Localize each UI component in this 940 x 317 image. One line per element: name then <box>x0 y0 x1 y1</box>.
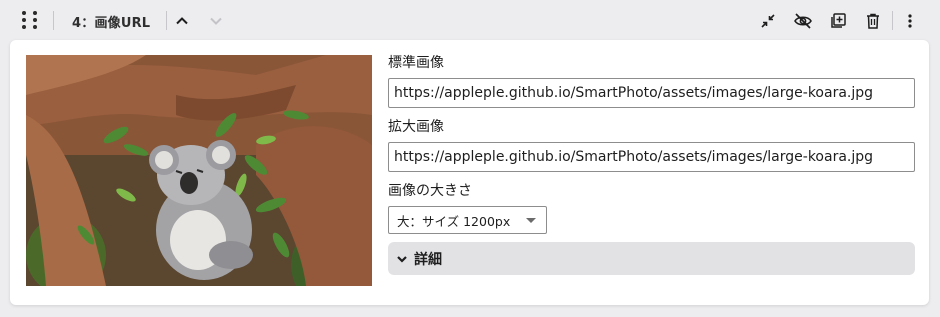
collapse-arrows-icon <box>761 14 775 28</box>
koala-photo <box>26 55 372 286</box>
move-up-button[interactable] <box>170 9 194 33</box>
standard-image-label: 標準画像 <box>388 55 444 71</box>
block-title: 4：画像URL <box>72 16 151 31</box>
drag-handle-icon[interactable] <box>22 11 40 31</box>
image-size-selected-value: 大：サイズ 1200px <box>397 213 511 229</box>
delete-button[interactable] <box>861 9 885 33</box>
trash-icon <box>867 13 879 29</box>
chevron-up-icon <box>176 17 188 25</box>
large-image-label: 拡大画像 <box>388 119 444 135</box>
eye-slash-icon <box>794 13 812 29</box>
image-size-label: 画像の大きさ <box>388 183 472 199</box>
image-url-block: 標準画像 拡大画像 画像の大きさ 大：サイズ 1200px 詳細 <box>10 40 929 305</box>
details-toggle[interactable]: 詳細 <box>388 242 915 275</box>
image-size-select[interactable]: 大：サイズ 1200px <box>388 206 547 234</box>
more-vertical-icon <box>908 14 912 28</box>
toolbar-divider <box>53 11 54 30</box>
details-label: 詳細 <box>414 251 442 268</box>
duplicate-plus-icon <box>831 13 846 28</box>
move-down-button[interactable] <box>204 9 228 33</box>
caret-down-icon <box>526 218 536 223</box>
more-options-button[interactable] <box>898 9 922 33</box>
collapse-button[interactable] <box>756 9 780 33</box>
toolbar-divider <box>892 11 893 30</box>
large-image-url-input[interactable] <box>388 142 915 172</box>
hide-button[interactable] <box>791 9 815 33</box>
standard-image-url-input[interactable] <box>388 78 915 108</box>
duplicate-button[interactable] <box>826 9 850 33</box>
chevron-down-icon <box>396 253 408 265</box>
chevron-down-icon <box>210 17 222 25</box>
toolbar-divider <box>166 11 167 30</box>
block-toolbar: 4：画像URL <box>0 0 940 40</box>
image-preview <box>26 55 372 286</box>
